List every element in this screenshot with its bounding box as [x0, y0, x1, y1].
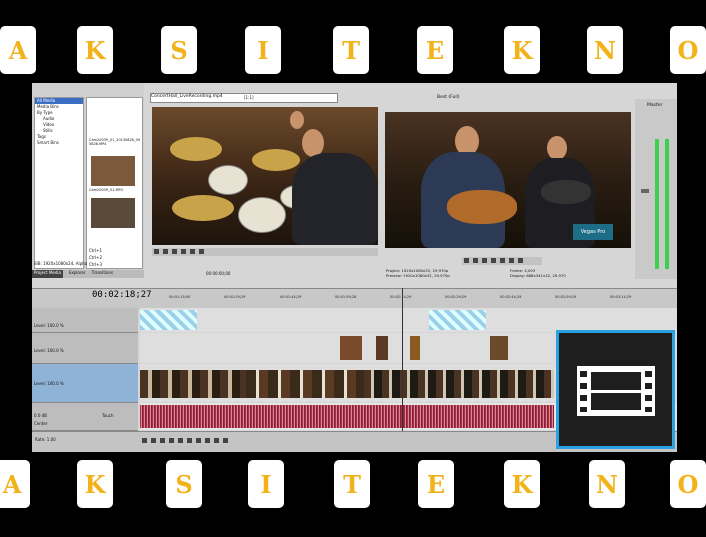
- track-level: Level: 100.0 %: [34, 323, 64, 328]
- track-level: Level: 100.0 %: [34, 381, 64, 386]
- banner-letter: E: [418, 460, 454, 508]
- video-clip[interactable]: [364, 370, 554, 398]
- banner-letter: A: [0, 460, 30, 508]
- master-meter-left: [655, 139, 659, 269]
- ruler-tick: 00:01:59;28: [335, 295, 357, 299]
- track-header[interactable]: Level: 100.0 %: [32, 333, 138, 364]
- ruler-tick: 00:02:14;29: [390, 295, 412, 299]
- trimmer-transport[interactable]: [152, 248, 378, 256]
- ruler-tick: 00:02:44;29: [500, 295, 522, 299]
- banner-letter: K: [77, 26, 113, 74]
- status-text: SIB: 1920x1080x24, Alpha: [34, 261, 88, 266]
- tab-transitions[interactable]: Transitions: [92, 270, 113, 278]
- banner-letter: E: [417, 26, 453, 74]
- banner-letter: S: [166, 460, 202, 508]
- banner-letter: N: [587, 26, 623, 74]
- ruler-tick: 00:03:14;29: [610, 295, 632, 299]
- audio-volume: 0.0 dB: [34, 413, 47, 418]
- vegas-logo-overlay: [556, 330, 675, 449]
- banner-letter: O: [670, 460, 706, 508]
- tree-item[interactable]: Smart Bins: [35, 140, 83, 146]
- ruler-tick: 00:01:15;00: [169, 295, 191, 299]
- master-label: Master: [647, 103, 663, 108]
- trimmer-time: 00:00:00;00: [206, 271, 231, 276]
- media-thumbnails: Cam20039_01_20130826_095826.MP4 Cam20039…: [86, 97, 143, 269]
- banner-letter: T: [334, 460, 370, 508]
- ruler-tick: 00:01:44;29: [280, 295, 302, 299]
- banner-letter: K: [77, 460, 113, 508]
- video-clip[interactable]: [376, 336, 388, 360]
- playback-rate: Rate: 1.00: [35, 437, 56, 442]
- media-tree[interactable]: All Media Media Bins By Type Audio Video…: [34, 97, 84, 269]
- banner-letter: I: [248, 460, 284, 508]
- banner-letter: K: [504, 460, 540, 508]
- ruler-tick: 00:01:29;29: [224, 295, 246, 299]
- banner-letter: K: [504, 26, 540, 74]
- master-meter-right: [665, 139, 669, 269]
- trimmer-filename: ConcertHall_LiveRecording.mp4: [151, 94, 223, 99]
- film-strip-icon: [577, 366, 655, 416]
- banner-top: A K S I T E K N O: [0, 26, 706, 76]
- master-fader[interactable]: [641, 189, 649, 193]
- banner-bottom: A K S I T E K N O: [0, 460, 706, 510]
- banner-letter: S: [161, 26, 197, 74]
- video-clip[interactable]: [140, 370, 246, 398]
- trimmer-video[interactable]: [152, 107, 378, 245]
- watermark: Vegas Pro: [573, 224, 613, 240]
- tab-project-media[interactable]: Project Media: [32, 270, 63, 278]
- track-level: Level: 100.0 %: [34, 348, 64, 353]
- clip-thumbnail[interactable]: [91, 198, 135, 228]
- timeline-timecode: 00:02:18;27: [92, 290, 152, 300]
- tab-explorer[interactable]: Explorer: [69, 270, 86, 278]
- frame-info: Frame: 4,003 Display: 668x341x32, 29.970: [510, 268, 566, 278]
- audio-pan: Center: [34, 421, 48, 426]
- video-clip[interactable]: [410, 336, 420, 360]
- banner-letter: N: [589, 460, 625, 508]
- clip-name: Cam20039_01.MP4: [89, 188, 123, 192]
- transition-clip[interactable]: [140, 310, 197, 330]
- explorer-tabs: Project Media Explorer Transitions: [32, 270, 144, 278]
- timeline-transport[interactable]: [140, 437, 260, 445]
- preview-info-line: Preview: 1920x1080x32, 29.970p: [386, 273, 450, 278]
- video-clip[interactable]: [246, 370, 364, 398]
- clip-thumbnail[interactable]: [91, 156, 135, 186]
- ruler-tick: 00:02:29;29: [445, 295, 467, 299]
- automation-mode: Touch: [102, 413, 114, 418]
- audio-track-header[interactable]: 0.0 dB Center Touch: [32, 403, 138, 431]
- banner-letter: A: [0, 26, 36, 74]
- shortcut: Ctrl+1: [89, 248, 103, 253]
- audio-clip[interactable]: [140, 405, 554, 428]
- track-header[interactable]: Level: 100.0 %: [32, 364, 138, 403]
- playhead[interactable]: [402, 288, 403, 431]
- transition-clip[interactable]: [429, 310, 486, 330]
- video-clip[interactable]: [490, 336, 508, 360]
- track-header[interactable]: Level: 100.0 %: [32, 308, 138, 333]
- banner-letter: O: [670, 26, 706, 74]
- track-lane[interactable]: [140, 308, 677, 332]
- banner-letter: I: [245, 26, 281, 74]
- banner-letter: T: [333, 26, 369, 74]
- trimmer-scale: [1:1]: [244, 95, 254, 100]
- preview-info: Project: 1920x1080x32, 29.970p Preview: …: [386, 268, 450, 278]
- video-preview[interactable]: Vegas Pro: [385, 112, 631, 248]
- preview-transport[interactable]: [462, 257, 542, 265]
- ruler-tick: 00:02:59;29: [555, 295, 577, 299]
- master-bus: Master: [635, 99, 677, 279]
- shortcut: Ctrl+2: [89, 255, 103, 260]
- preview-quality[interactable]: Best (Full): [437, 95, 460, 100]
- display-info: Display: 668x341x32, 29.970: [510, 273, 566, 278]
- video-clip[interactable]: [340, 336, 362, 360]
- clip-name: Cam20039_01_20130826_095826.MP4: [89, 138, 141, 146]
- project-media-pane: All Media Media Bins By Type Audio Video…: [32, 83, 144, 278]
